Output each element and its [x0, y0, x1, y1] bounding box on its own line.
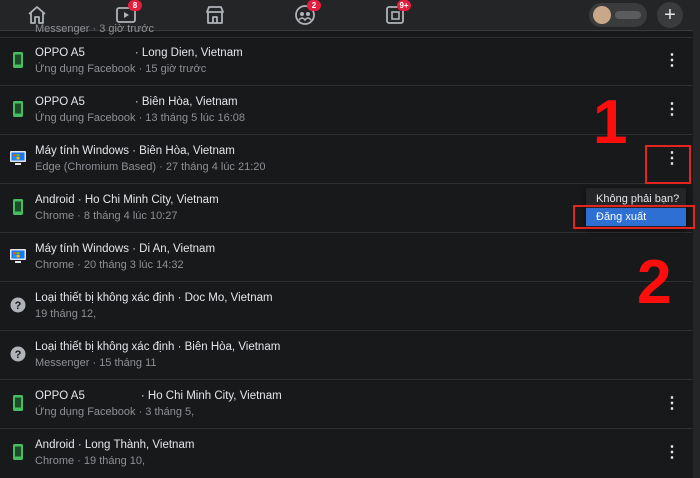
device-name: OPPO A5 — [35, 390, 85, 402]
step-2-annotation: 2 — [637, 248, 672, 317]
question-icon: ? — [10, 297, 26, 313]
device-location: · Biên Hòa, Vietnam — [177, 341, 281, 353]
session-app-time: Edge (Chromium Based) · 27 tháng 4 lúc 2… — [35, 161, 266, 173]
step-1-annotation: 1 — [593, 88, 628, 157]
device-location: · Long Dien, Vietnam — [134, 47, 243, 59]
device-location: · Doc Mo, Vietnam — [177, 292, 273, 304]
device-name: Máy tính Windows — [35, 145, 129, 157]
gaming-badge: 9+ — [397, 0, 411, 11]
session-device: OPPO A5 · Ho Chi Minh City, Vietnam — [35, 390, 282, 402]
gaming-icon[interactable]: 9+ — [383, 0, 411, 27]
session-device: Android · Long Thành, Vietnam — [35, 439, 194, 451]
marketplace-icon[interactable] — [203, 3, 227, 27]
scrollbar[interactable] — [693, 30, 700, 478]
session-device: OPPO A5 · Biên Hòa, Vietnam — [35, 96, 238, 108]
device-name: Android — [35, 194, 75, 206]
phone-icon — [13, 52, 23, 68]
session-device: Loại thiết bị không xác định · Doc Mo, V… — [35, 292, 273, 304]
more-options-button[interactable]: ⋮ — [664, 394, 680, 414]
windows-icon — [10, 151, 26, 165]
device-location: · Ho Chi Minh City, Vietnam — [140, 390, 282, 402]
profile-button[interactable] — [589, 3, 647, 27]
device-name: Loại thiết bị không xác định — [35, 341, 175, 353]
session-app-time: Ứng dụng Facebook · 15 giờ trước — [35, 63, 207, 75]
session-row: Android · Long Thành, Vietnam Chrome · 1… — [0, 429, 692, 477]
windows-icon — [10, 249, 26, 263]
session-device: Loại thiết bị không xác định · Biên Hòa,… — [35, 341, 280, 353]
session-app-time: Chrome · 20 tháng 3 lúc 14:32 — [35, 259, 184, 271]
phone-icon — [13, 101, 23, 117]
phone-icon — [13, 199, 23, 215]
watch-badge: 8 — [128, 0, 142, 11]
session-device: OPPO A5 · Long Dien, Vietnam — [35, 47, 243, 59]
avatar — [593, 6, 611, 24]
more-options-button[interactable]: ⋮ — [664, 443, 680, 463]
more-options-button[interactable]: ⋮ — [664, 100, 680, 120]
profile-name-redacted — [615, 11, 641, 19]
session-device: Máy tính Windows · Di An, Vietnam — [35, 243, 215, 255]
device-location: · Biên Hòa, Vietnam — [134, 96, 238, 108]
session-row: OPPO A5 · Long Dien, Vietnam Ứng dụng Fac… — [0, 37, 692, 86]
session-app-time: 19 tháng 12, — [35, 308, 97, 320]
groups-badge: 2 — [307, 0, 321, 11]
svg-text:?: ? — [15, 300, 22, 312]
phone-icon — [13, 395, 23, 411]
device-name: OPPO A5 — [35, 47, 85, 59]
session-row: ? Loại thiết bị không xác định · Biên Hò… — [0, 331, 692, 380]
session-app-time: Ứng dụng Facebook · 3 tháng 5, — [35, 406, 195, 418]
device-name: Loại thiết bị không xác định — [35, 292, 175, 304]
device-name: Android — [35, 439, 75, 451]
groups-icon[interactable]: 2 — [293, 0, 321, 27]
session-row: Máy tính Windows · Biên Hòa, Vietnam Edg… — [0, 135, 692, 184]
session-device: Máy tính Windows · Biên Hòa, Vietnam — [35, 145, 235, 157]
phone-icon — [13, 444, 23, 460]
session-app-time: Chrome · 8 tháng 4 lúc 10:27 — [35, 210, 178, 222]
more-options-button[interactable]: ⋮ — [664, 51, 680, 71]
step-1-highlight-box — [645, 145, 691, 184]
session-app-time: Chrome · 19 tháng 10, — [35, 455, 146, 467]
session-device: Android · Ho Chi Minh City, Vietnam — [35, 194, 219, 206]
session-row: ? Loại thiết bị không xác định · Doc Mo,… — [0, 282, 692, 331]
step-2-highlight-box — [573, 205, 695, 229]
question-icon: ? — [10, 346, 26, 362]
session-app-time: Messenger · 3 giờ trước — [35, 23, 154, 35]
session-row: Máy tính Windows · Di An, Vietnam Chrome… — [0, 233, 692, 282]
device-location: · Biên Hòa, Vietnam — [132, 145, 235, 157]
session-row: OPPO A5 · Ho Chi Minh City, Vietnam Ứng d… — [0, 380, 692, 429]
device-location: · Long Thành, Vietnam — [77, 439, 195, 451]
session-row: OPPO A5 · Biên Hòa, Vietnam Ứng dụng Face… — [0, 86, 692, 135]
session-app-time: Ứng dụng Facebook · 13 tháng 5 lúc 16:08 — [35, 112, 245, 124]
device-name: Máy tính Windows — [35, 243, 129, 255]
device-location: · Ho Chi Minh City, Vietnam — [77, 194, 219, 206]
device-location: · Di An, Vietnam — [132, 243, 216, 255]
svg-text:?: ? — [15, 349, 22, 361]
session-app-time: Messenger · 15 tháng 11 — [35, 357, 157, 369]
device-name: OPPO A5 — [35, 96, 85, 108]
